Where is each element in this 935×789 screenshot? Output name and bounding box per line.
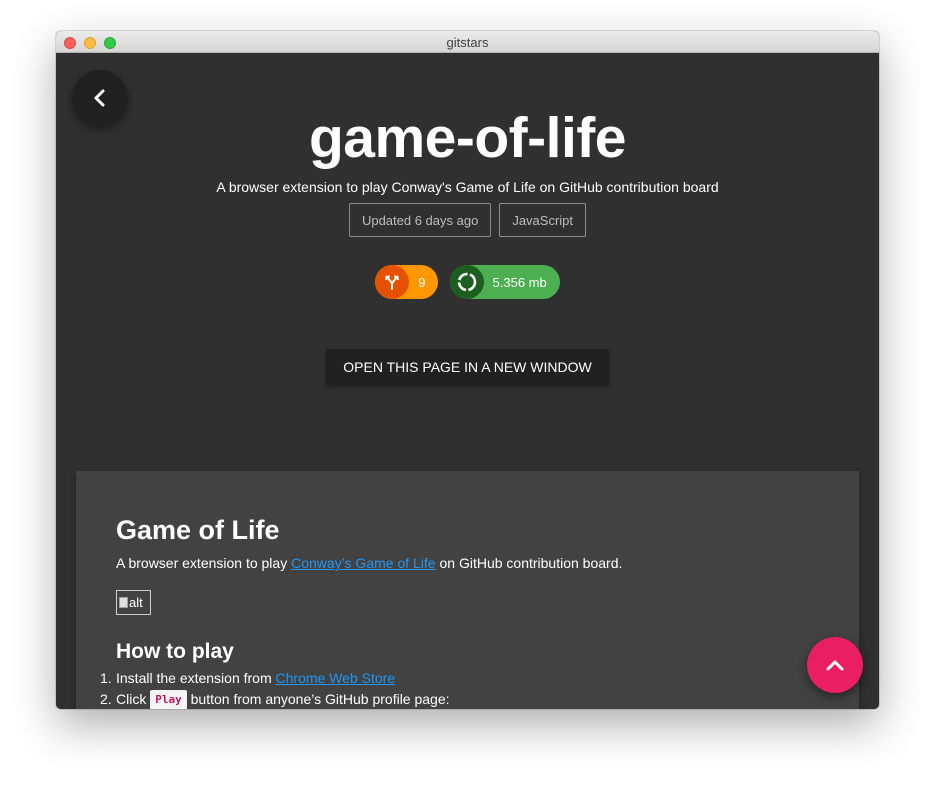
repo-title: game-of-life	[308, 106, 627, 170]
size-value: 5.356 mb	[492, 274, 547, 290]
broken-image-icon	[119, 597, 128, 608]
chrome-store-link[interactable]: Chrome Web Store	[276, 670, 396, 686]
fork-icon	[375, 265, 410, 299]
scroll-to-top-button[interactable]	[807, 637, 863, 693]
forks-badge: 9	[375, 265, 438, 299]
how-to-heading: How to play	[116, 640, 234, 663]
app-window: gitstars game-of-life A browser extensio…	[56, 31, 879, 709]
window-title: gitstars	[446, 35, 489, 50]
repo-description: A browser extension to play Conway's Gam…	[216, 179, 719, 195]
open-new-window-button[interactable]: OPEN THIS PAGE IN A NEW WINDOW	[326, 349, 609, 385]
readme-card: Game of Life A browser extension to play…	[76, 471, 859, 709]
list-item: 2. Click Play button from anyone’s GitHu…	[100, 690, 450, 709]
language-chip: JavaScript	[499, 203, 587, 237]
repo-page[interactable]: game-of-life A browser extension to play…	[56, 53, 879, 709]
readme-title: Game of Life	[116, 515, 280, 545]
chevron-up-icon	[826, 660, 844, 671]
storage-icon	[449, 265, 484, 299]
forks-count: 9	[418, 274, 426, 290]
steps-list: 1. Install the extension from Chrome Web…	[100, 669, 450, 709]
size-badge: 5.356 mb	[449, 265, 560, 299]
updated-chip: Updated 6 days ago	[348, 203, 492, 237]
play-code: Play	[150, 690, 187, 709]
repo-stats: 9 5.356 mb	[56, 265, 879, 299]
repo-meta-chips: Updated 6 days ago JavaScript	[56, 203, 879, 237]
readme-intro: A browser extension to play Conway’s Gam…	[116, 555, 623, 571]
list-item: 1. Install the extension from Chrome Web…	[100, 670, 396, 686]
broken-image: alt	[116, 590, 151, 615]
title-bar: gitstars	[56, 31, 879, 53]
conway-link[interactable]: Conway’s Game of Life	[291, 555, 435, 571]
